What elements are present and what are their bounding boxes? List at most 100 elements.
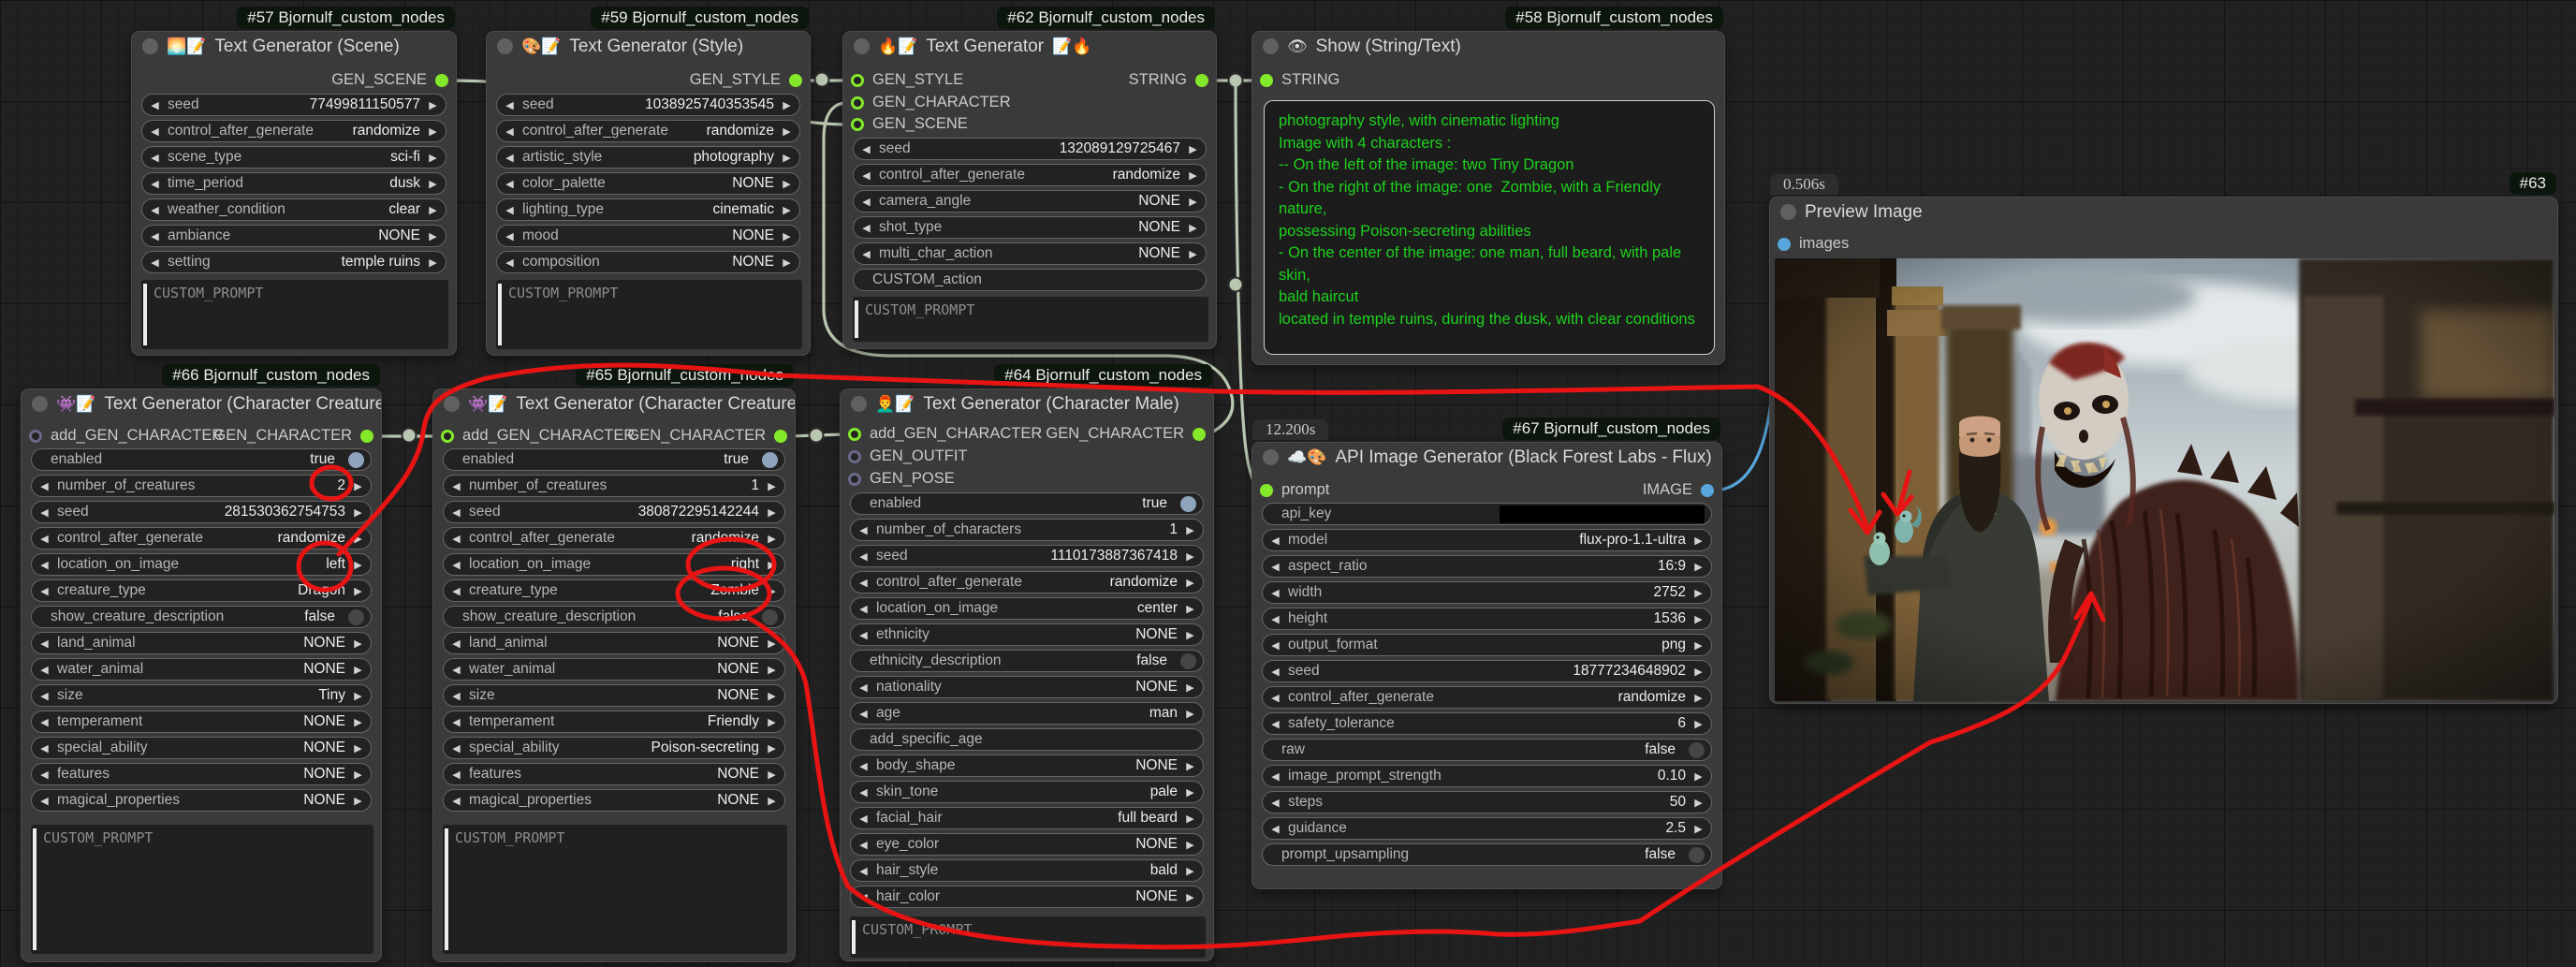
increment-arrow-icon[interactable]: ▶ xyxy=(1184,786,1196,799)
decrement-arrow-icon[interactable]: ◀ xyxy=(1269,639,1281,652)
widget-location_on_image[interactable]: ◀location_on_imageright▶ xyxy=(443,553,785,576)
input-port-add_gen_character[interactable]: add_GEN_CHARACTER xyxy=(441,427,635,445)
textarea-scrollbar[interactable] xyxy=(498,284,502,345)
toggle-circle-icon[interactable] xyxy=(762,452,778,468)
widget-time_period[interactable]: ◀time_perioddusk▶ xyxy=(141,172,446,195)
increment-arrow-icon[interactable]: ▶ xyxy=(1692,535,1705,547)
increment-arrow-icon[interactable]: ▶ xyxy=(1184,550,1196,563)
widget-seed[interactable]: ◀seed1110173887367418▶ xyxy=(850,545,1204,567)
decrement-arrow-icon[interactable]: ◀ xyxy=(1269,666,1281,678)
decrement-arrow-icon[interactable]: ◀ xyxy=(1269,797,1281,809)
decrement-arrow-icon[interactable]: ◀ xyxy=(857,681,870,694)
decrement-arrow-icon[interactable]: ◀ xyxy=(504,125,516,138)
widget-temperament[interactable]: ◀temperamentNONE▶ xyxy=(31,711,372,733)
output-port-string[interactable]: STRING xyxy=(1129,71,1208,89)
increment-arrow-icon[interactable]: ▶ xyxy=(766,664,778,676)
decrement-arrow-icon[interactable]: ◀ xyxy=(450,769,462,781)
custom-prompt-textarea[interactable]: CUSTOM_PROMPT xyxy=(443,825,787,954)
decrement-arrow-icon[interactable]: ◀ xyxy=(450,742,462,755)
increment-arrow-icon[interactable]: ▶ xyxy=(766,637,778,650)
increment-arrow-icon[interactable]: ▶ xyxy=(766,533,778,545)
widget-eye_color[interactable]: ◀eye_colorNONE▶ xyxy=(850,833,1204,856)
decrement-arrow-icon[interactable]: ◀ xyxy=(504,152,516,164)
input-port-prompt[interactable]: prompt xyxy=(1260,481,1329,499)
widget-number_of_creatures[interactable]: ◀number_of_creatures2▶ xyxy=(31,475,372,497)
widget-lighting_type[interactable]: ◀lighting_typecinematic▶ xyxy=(496,198,800,221)
input-port-gen_pose[interactable]: GEN_POSE xyxy=(848,470,955,488)
increment-arrow-icon[interactable]: ▶ xyxy=(781,230,793,242)
widget-model[interactable]: ◀modelflux-pro-1.1-ultra▶ xyxy=(1262,529,1712,551)
decrement-arrow-icon[interactable]: ◀ xyxy=(857,550,870,563)
increment-arrow-icon[interactable]: ▶ xyxy=(781,152,793,164)
increment-arrow-icon[interactable]: ▶ xyxy=(352,480,364,492)
output-port-dot-icon[interactable] xyxy=(789,74,802,87)
output-port-dot-icon[interactable] xyxy=(1195,74,1208,87)
node-title-bar[interactable]: Preview Image xyxy=(1770,198,2557,227)
toggle-circle-icon[interactable] xyxy=(1689,742,1705,758)
increment-arrow-icon[interactable]: ▶ xyxy=(1187,169,1199,182)
decrement-arrow-icon[interactable]: ◀ xyxy=(857,865,870,877)
custom-prompt-textarea[interactable]: CUSTOM_PROMPT xyxy=(141,280,448,349)
decrement-arrow-icon[interactable]: ◀ xyxy=(1269,561,1281,573)
widget-temperament[interactable]: ◀temperamentFriendly▶ xyxy=(443,711,785,733)
node-text-generator-character-creature-left[interactable]: #66 Bjornulf_custom_nodes👾📝Text Generato… xyxy=(21,388,382,962)
widget-scene_type[interactable]: ◀scene_typesci-fi▶ xyxy=(141,146,446,168)
textarea-scrollbar[interactable] xyxy=(852,920,856,954)
widget-special_ability[interactable]: ◀special_abilityPoison-secreting▶ xyxy=(443,737,785,759)
collapse-dot-icon[interactable] xyxy=(851,396,867,412)
widget-control_after_generate[interactable]: ◀control_after_generaterandomize▶ xyxy=(31,527,372,549)
decrement-arrow-icon[interactable]: ◀ xyxy=(38,559,51,571)
decrement-arrow-icon[interactable]: ◀ xyxy=(857,577,870,589)
increment-arrow-icon[interactable]: ▶ xyxy=(766,506,778,519)
node-text-generator-scene[interactable]: #57 Bjornulf_custom_nodes🌅📝Text Generato… xyxy=(131,31,457,356)
input-port-dot-icon[interactable] xyxy=(851,96,864,110)
widget-features[interactable]: ◀featuresNONE▶ xyxy=(31,763,372,785)
node-show-string-text[interactable]: #58 Bjornulf_custom_nodes👁Show (String/T… xyxy=(1251,31,1725,365)
input-port-dot-icon[interactable] xyxy=(848,450,861,463)
decrement-arrow-icon[interactable]: ◀ xyxy=(857,524,870,536)
increment-arrow-icon[interactable]: ▶ xyxy=(1184,524,1196,536)
collapse-dot-icon[interactable] xyxy=(444,396,460,412)
output-port-gen_scene[interactable]: GEN_SCENE xyxy=(331,71,448,89)
decrement-arrow-icon[interactable]: ◀ xyxy=(38,795,51,807)
widget-creature_type[interactable]: ◀creature_typeDragon▶ xyxy=(31,579,372,602)
widget-number_of_characters[interactable]: ◀number_of_characters1▶ xyxy=(850,519,1204,541)
widget-enabled[interactable]: enabledtrue xyxy=(443,448,785,471)
widget-shot_type[interactable]: ◀shot_typeNONE▶ xyxy=(853,216,1207,239)
increment-arrow-icon[interactable]: ▶ xyxy=(427,204,439,216)
output-port-dot-icon[interactable] xyxy=(360,430,373,443)
widget-seed[interactable]: ◀seed1038925740353545▶ xyxy=(496,94,800,116)
node-text-generator-style[interactable]: #59 Bjornulf_custom_nodes🎨📝Text Generato… xyxy=(486,31,811,356)
increment-arrow-icon[interactable]: ▶ xyxy=(1692,770,1705,783)
decrement-arrow-icon[interactable]: ◀ xyxy=(450,480,462,492)
widget-water_animal[interactable]: ◀water_animalNONE▶ xyxy=(443,658,785,681)
increment-arrow-icon[interactable]: ▶ xyxy=(1184,681,1196,694)
custom-prompt-textarea[interactable]: CUSTOM_PROMPT xyxy=(853,297,1208,342)
increment-arrow-icon[interactable]: ▶ xyxy=(427,256,439,269)
input-port-string[interactable]: STRING xyxy=(1260,71,1339,89)
decrement-arrow-icon[interactable]: ◀ xyxy=(1269,613,1281,625)
increment-arrow-icon[interactable]: ▶ xyxy=(1692,587,1705,599)
input-port-dot-icon[interactable] xyxy=(848,428,861,441)
increment-arrow-icon[interactable]: ▶ xyxy=(1692,718,1705,730)
increment-arrow-icon[interactable]: ▶ xyxy=(1184,813,1196,825)
increment-arrow-icon[interactable]: ▶ xyxy=(352,533,364,545)
decrement-arrow-icon[interactable]: ◀ xyxy=(857,891,870,903)
widget-weather_condition[interactable]: ◀weather_conditionclear▶ xyxy=(141,198,446,221)
collapse-dot-icon[interactable] xyxy=(497,38,513,54)
increment-arrow-icon[interactable]: ▶ xyxy=(352,742,364,755)
increment-arrow-icon[interactable]: ▶ xyxy=(766,585,778,597)
custom-prompt-textarea[interactable]: CUSTOM_PROMPT xyxy=(850,916,1206,958)
increment-arrow-icon[interactable]: ▶ xyxy=(352,637,364,650)
widget-control_after_generate[interactable]: ◀control_after_generaterandomize▶ xyxy=(1262,686,1712,709)
toggle-circle-icon[interactable] xyxy=(1180,653,1196,669)
node-title-bar[interactable]: 👾📝Text Generator (Character Creature) xyxy=(433,389,795,418)
input-port-dot-icon[interactable] xyxy=(848,473,861,486)
widget-age[interactable]: ◀ageman▶ xyxy=(850,702,1204,725)
increment-arrow-icon[interactable]: ▶ xyxy=(1184,603,1196,615)
widget-seed[interactable]: ◀seed18777234648902▶ xyxy=(1262,660,1712,682)
textarea-scrollbar[interactable] xyxy=(33,828,37,950)
increment-arrow-icon[interactable]: ▶ xyxy=(781,204,793,216)
input-port-dot-icon[interactable] xyxy=(851,118,864,131)
increment-arrow-icon[interactable]: ▶ xyxy=(766,795,778,807)
